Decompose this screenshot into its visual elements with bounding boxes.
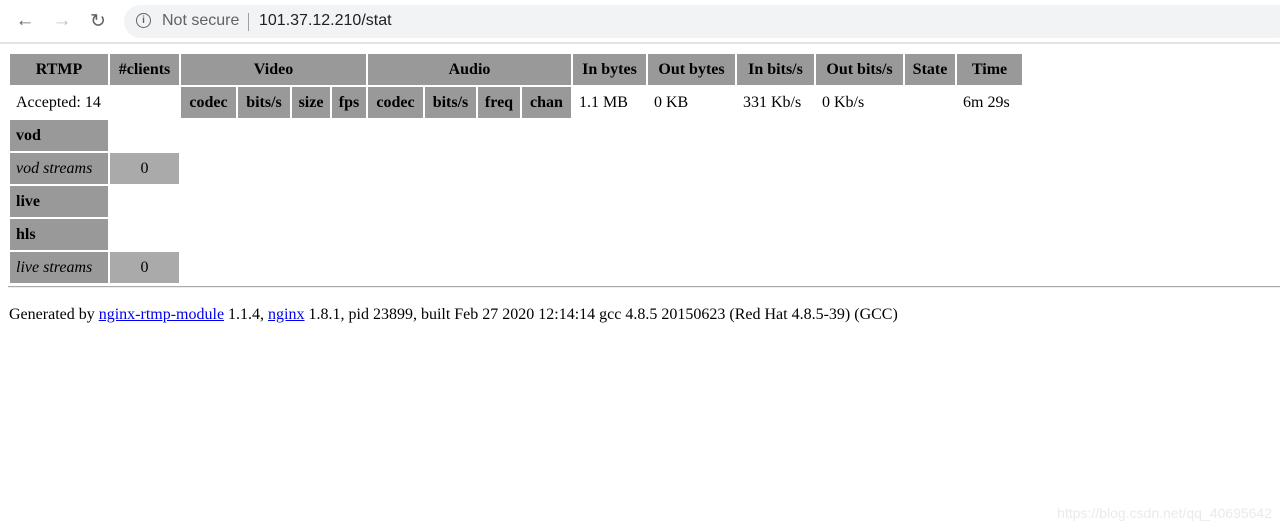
forward-arrow-icon[interactable]: → <box>51 10 73 32</box>
browser-toolbar: ← → ↻ i Not secure 101.37.12.210/stat <box>0 0 1280 44</box>
video-bits: bits/s <box>238 87 290 118</box>
col-state: State <box>905 54 955 85</box>
audio-chan: chan <box>522 87 571 118</box>
footer-prefix: Generated by <box>9 306 99 323</box>
video-fps: fps <box>332 87 366 118</box>
app-row-vod: vod <box>10 120 1022 151</box>
footer: Generated by nginx-rtmp-module 1.1.4, ng… <box>9 306 898 324</box>
nginx-link[interactable]: nginx <box>268 306 304 323</box>
hls-row: hls <box>10 219 1022 250</box>
app-row-live: live <box>10 186 1022 217</box>
address-bar[interactable]: i Not secure 101.37.12.210/stat <box>124 5 1280 38</box>
col-video: Video <box>181 54 366 85</box>
col-audio: Audio <box>368 54 571 85</box>
url-text[interactable]: 101.37.12.210/stat <box>259 12 392 30</box>
out-bytes: 0 KB <box>654 93 689 111</box>
col-rtmp: RTMP <box>10 54 108 85</box>
header-row: RTMP #clients Video Audio In bytes Out b… <box>10 54 1022 85</box>
video-size: size <box>292 87 330 118</box>
footer-build-info: 1.8.1, pid 23899, built Feb 27 2020 12:1… <box>304 306 898 323</box>
app-name: live <box>10 186 108 217</box>
watermark: https://blog.csdn.net/qq_40695642 <box>1057 505 1272 521</box>
state <box>905 87 955 118</box>
accepted-count: Accepted: 14 <box>16 93 101 111</box>
time: 6m 29s <box>963 93 1010 111</box>
rtmp-stat-table: RTMP #clients Video Audio In bytes Out b… <box>8 52 1024 285</box>
audio-freq: freq <box>478 87 520 118</box>
col-out-bits: Out bits/s <box>816 54 903 85</box>
divider <box>8 286 1280 288</box>
nginx-rtmp-module-link[interactable]: nginx-rtmp-module <box>99 306 224 323</box>
info-icon[interactable]: i <box>136 13 151 28</box>
streams-row-live: live streams 0 <box>10 252 1022 283</box>
col-in-bytes: In bytes <box>573 54 646 85</box>
out-bits: 0 Kb/s <box>822 93 865 111</box>
streams-count: 0 <box>110 252 179 283</box>
col-in-bits: In bits/s <box>737 54 814 85</box>
security-label: Not secure <box>162 12 240 29</box>
reload-icon[interactable]: ↻ <box>87 10 109 33</box>
in-bits: 331 Kb/s <box>743 93 802 111</box>
col-time: Time <box>957 54 1022 85</box>
streams-row-vod: vod streams 0 <box>10 153 1022 184</box>
hls-label: hls <box>10 219 108 250</box>
streams-label: vod streams <box>10 153 108 184</box>
app-name: vod <box>10 120 108 151</box>
audio-bits: bits/s <box>425 87 476 118</box>
footer-version: 1.1.4, <box>224 306 269 323</box>
summary-row: Accepted: 14 codec bits/s size fps codec… <box>10 87 1022 118</box>
back-arrow-icon[interactable]: ← <box>14 10 36 32</box>
col-out-bytes: Out bytes <box>648 54 735 85</box>
col-clients: #clients <box>110 54 179 85</box>
in-bytes: 1.1 MB <box>579 93 628 111</box>
streams-count: 0 <box>110 153 179 184</box>
streams-label: live streams <box>10 252 108 283</box>
video-codec: codec <box>181 87 236 118</box>
audio-codec: codec <box>368 87 423 118</box>
divider <box>248 13 249 31</box>
